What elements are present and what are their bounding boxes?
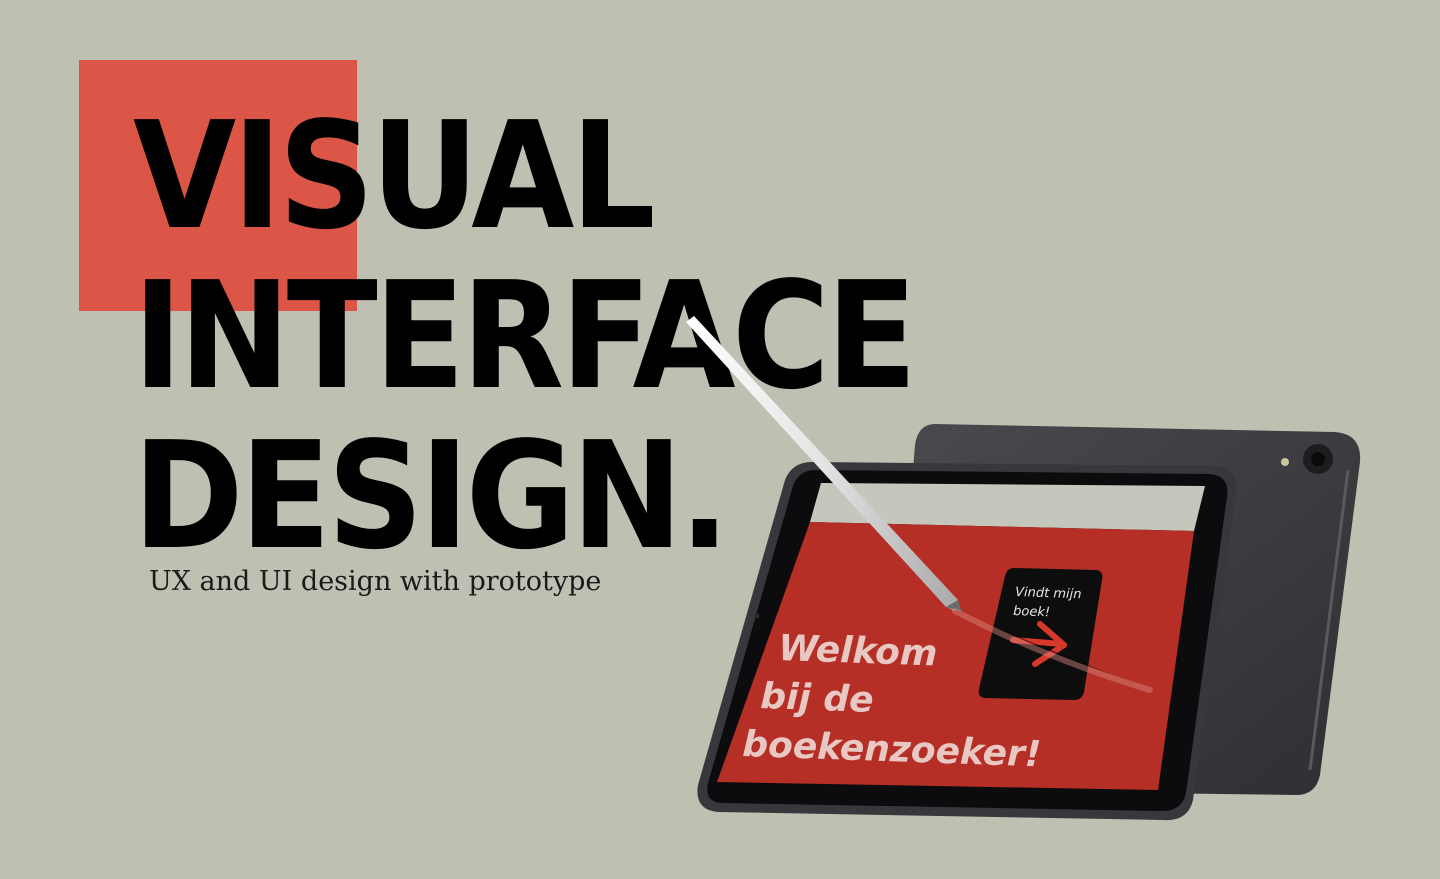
svg-text:bij de: bij de (760, 676, 875, 721)
flash-icon (1281, 458, 1289, 466)
tablet-illustration: Welkom bij de boekenzoeker! Vindt mijn b… (686, 316, 1361, 821)
cta-line-2: boek! (1013, 604, 1050, 620)
welcome-line-2: bij de (760, 676, 875, 721)
svg-text:boek!: boek! (1013, 604, 1050, 620)
svg-text:Welkom: Welkom (778, 628, 938, 675)
cta-line-1: Vindt mijn (1015, 585, 1082, 602)
front-camera-icon (754, 613, 760, 619)
welcome-line-1: Welkom (778, 628, 938, 675)
svg-text:Vindt mijn: Vindt mijn (1015, 585, 1082, 602)
